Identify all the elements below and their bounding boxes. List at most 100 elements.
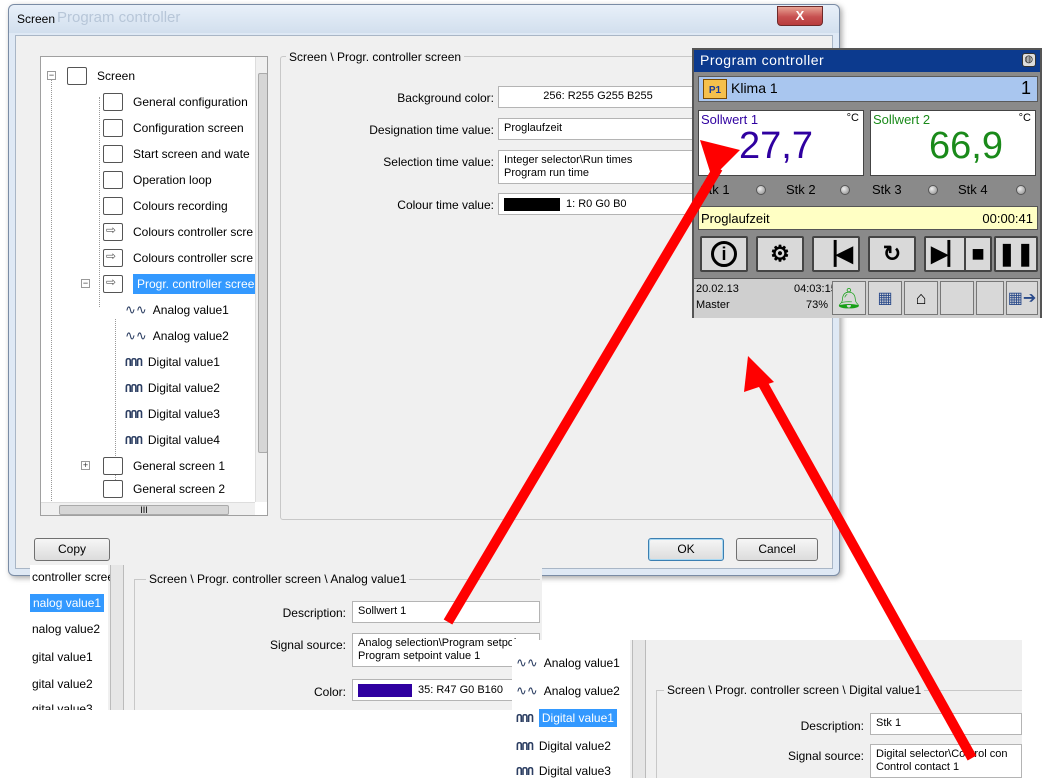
selection-time-field[interactable]: Integer selector\Run times Program run t… [498, 150, 698, 184]
scrollbar-thumb[interactable]: III [59, 505, 229, 515]
tree-node[interactable]: ∿∿ Analog value1 [516, 656, 620, 671]
setpoint-1-value: 27,7 [739, 125, 813, 167]
contact-1-label: Stk 1 [700, 182, 730, 197]
digital-pulse-icon: ՈՈՈ [516, 740, 534, 753]
tree-node[interactable]: Start screen and wate [103, 141, 250, 167]
info-button[interactable]: i [700, 236, 748, 272]
tree-node[interactable]: gital value2 [32, 677, 93, 691]
tree-vertical-scrollbar[interactable] [255, 57, 267, 502]
cancel-button[interactable]: Cancel [736, 538, 818, 561]
ok-button[interactable]: OK [648, 538, 724, 561]
bell-icon: 🔔︎ [836, 287, 862, 310]
tree-node-screen[interactable]: Screen [67, 63, 135, 89]
tree-node[interactable]: gital value3 [32, 702, 93, 710]
close-button[interactable]: X [777, 6, 823, 26]
restart-button[interactable]: ↻ [868, 236, 916, 272]
contacts-row: Stk 1 Stk 2 Stk 3 Stk 4 [694, 180, 1040, 200]
color-label: Color: [313, 685, 346, 699]
tree-node[interactable]: controller scree [32, 570, 114, 584]
digital-pulse-icon: ՈՈՈ [125, 355, 143, 369]
colour-swatch [504, 197, 560, 211]
status-percent: 73% [806, 299, 829, 311]
tree-child[interactable]: ՈՈՈ Digital value3 [125, 401, 220, 427]
scrollbar-thumb[interactable] [258, 73, 267, 453]
previous-button[interactable]: ▕◀ [812, 236, 860, 272]
crop-tree: ∿∿ Analog value1 ∿∿ Analog value2 ՈՈՈ Digit… [512, 640, 630, 778]
collapse-icon[interactable]: − [81, 279, 90, 288]
tree-node[interactable]: General configuration [103, 89, 248, 115]
tree-child[interactable]: ∿∿ Analog value1 [125, 297, 229, 323]
tree-node[interactable]: nalog value2 [32, 622, 100, 636]
background-color-label: Background color: [397, 91, 494, 105]
program-icon: P1 [703, 79, 727, 99]
crop-tree: controller scree nalog value1 nalog valu… [30, 565, 114, 710]
alarm-button[interactable]: 🔔︎ [832, 281, 866, 315]
contact-1-led [756, 185, 766, 195]
setpoint-1-unit: °C [846, 112, 859, 124]
description-field[interactable]: Stk 1 [870, 713, 1022, 735]
stop-button[interactable]: ■ [964, 236, 992, 272]
signal-source-field[interactable]: Digital selector\Control con Control con… [870, 744, 1022, 778]
pause-button[interactable]: ❚❚ [994, 236, 1038, 272]
empty-softkey[interactable] [976, 281, 1004, 315]
tree-child[interactable]: ∿∿ Analog value2 [125, 323, 229, 349]
analog-wave-icon: ∿∿ [516, 684, 538, 699]
analog-wave-icon: ∿∿ [125, 328, 147, 344]
title-bar[interactable]: Screen Program controller X [9, 5, 839, 33]
home-button[interactable]: ⌂ [904, 281, 938, 315]
tree-node[interactable]: General screen 2 [103, 479, 225, 499]
setpoint-2-label: Sollwert 2 [873, 112, 931, 127]
copy-button[interactable]: Copy [34, 538, 110, 561]
settings-button[interactable]: ⚙ [756, 236, 804, 272]
setpoint-panel-2: Sollwert 2 °C 66,9 [870, 110, 1036, 176]
tree-node[interactable]: Configuration screen [103, 115, 244, 141]
expand-icon[interactable]: + [81, 461, 90, 470]
designation-time-field[interactable]: Proglaufzeit [498, 118, 698, 140]
collapse-icon[interactable]: − [47, 71, 56, 80]
tree-node[interactable]: Colours controller scre [103, 219, 253, 245]
tree-guide [99, 97, 100, 307]
contact-3-led [928, 185, 938, 195]
tree-node-selected[interactable]: nalog value1 [30, 594, 105, 612]
tree-node[interactable]: ∿∿ Analog value2 [516, 684, 620, 699]
tree-node[interactable]: gital value1 [32, 650, 93, 664]
tree-node[interactable]: Colours controller scre [103, 245, 253, 271]
analog-value-crop: controller scree nalog value1 nalog valu… [30, 565, 542, 710]
screen-icon [103, 171, 123, 189]
colour-time-field[interactable]: 1: R0 G0 B0 [498, 193, 698, 215]
screen-icon [103, 93, 123, 111]
cycle-icon: ↻ [882, 241, 902, 266]
tree-node[interactable]: Colours recording [103, 193, 228, 219]
signal-source-label: Signal source: [787, 749, 864, 763]
status-time: 04:03:15 [794, 283, 837, 295]
setpoint-panel-1: Sollwert 1 °C 27,7 [698, 110, 864, 176]
crop-scrollbar[interactable] [632, 640, 646, 778]
tree-node[interactable]: General screen 1 [103, 453, 225, 479]
tree-node[interactable]: ՈՈՈ Digital value2 [516, 739, 611, 753]
step-back-icon: ▕◀ [819, 241, 853, 266]
tree-child[interactable]: ՈՈՈ Digital value4 [125, 427, 220, 453]
controller-screen-icon [103, 249, 123, 267]
tree-node-progr-controller[interactable]: Progr. controller scree [103, 271, 259, 297]
crop-scrollbar[interactable] [110, 565, 124, 710]
device-title-bar: Program controller ◍ [694, 50, 1040, 72]
tree-node-selected[interactable]: ՈՈՈ Digital value1 [516, 709, 617, 727]
background-color-field[interactable]: 256: R255 G255 B255 [498, 86, 698, 108]
power-icon[interactable]: ◍ [1022, 53, 1036, 67]
tree-child[interactable]: ՈՈՈ Digital value1 [125, 349, 220, 375]
tree-node[interactable]: ՈՈՈ Digital value3 [516, 764, 611, 778]
screen-icon [103, 197, 123, 215]
tree-child[interactable]: ՈՈՈ Digital value2 [125, 375, 220, 401]
tree-node[interactable]: Operation loop [103, 167, 212, 193]
status-user: Master [696, 299, 730, 311]
screen-switch-button[interactable]: ▦➔ [1006, 281, 1038, 315]
description-field[interactable]: Sollwert 1 [352, 601, 540, 623]
description-label: Description: [282, 606, 346, 620]
designation-time-label: Designation time value: [369, 123, 494, 137]
empty-softkey[interactable] [940, 281, 974, 315]
run-time-value: 00:00:41 [982, 211, 1033, 226]
menu-button[interactable]: ▦ [868, 281, 902, 315]
screen-tree[interactable]: − Screen General configuration Configura… [40, 56, 268, 516]
controller-screen-icon [103, 223, 123, 241]
tree-horizontal-scrollbar[interactable]: III [41, 502, 255, 515]
